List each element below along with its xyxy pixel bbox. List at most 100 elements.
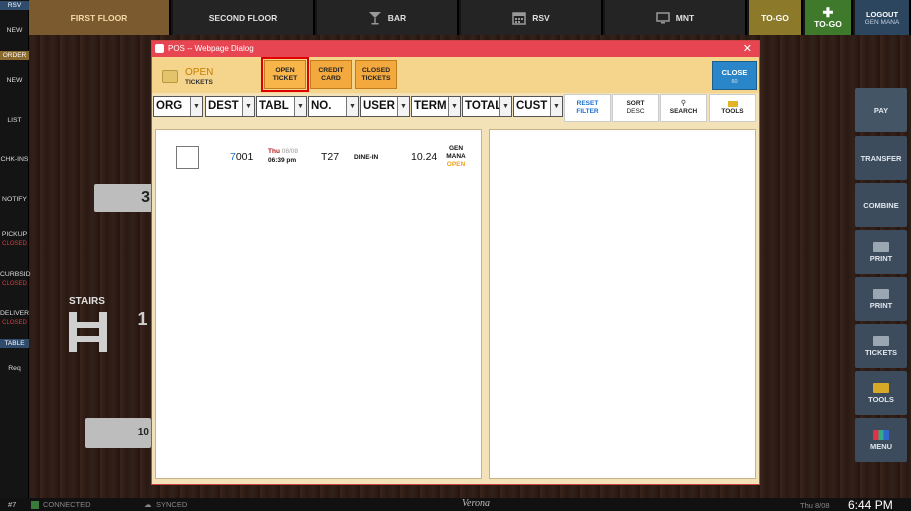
ticket-checkbox[interactable] [176, 146, 199, 169]
filter-label: NO. [311, 100, 332, 112]
user-name: GEN MANA [864, 18, 900, 26]
table-number: 3 [141, 189, 150, 206]
chevron-down-icon: ▼ [190, 97, 202, 116]
button-label: SORT [626, 100, 645, 107]
dialog-header [152, 57, 759, 93]
printer-icon [873, 288, 889, 299]
filter-dest[interactable]: DEST ▼ [205, 96, 255, 117]
button-label: COMBINE [863, 200, 899, 210]
ticket-detail-panel [489, 129, 756, 479]
ticket-row[interactable]: 7001 Thu 08/08 06:39 pm T27 DINE-IN 10.2… [160, 140, 478, 180]
filter-table[interactable]: TABL ▼ [256, 96, 307, 117]
pay-button[interactable]: PAY [855, 88, 907, 132]
ticket-time: 06:39 pm [268, 157, 297, 164]
button-label: SEARCH [669, 108, 698, 115]
print-button[interactable]: PRINT [855, 230, 907, 274]
delivery-button[interactable]: DELIVER CLOSED [0, 309, 29, 328]
tab-first-floor[interactable]: FIRST FLOOR [29, 0, 171, 35]
ticket-number: 7001 [230, 151, 253, 163]
togo-button[interactable]: TO-GO [749, 0, 803, 35]
toolbox-icon [727, 100, 738, 107]
table-tile[interactable]: 10 [85, 418, 151, 448]
filter-label: CUST [516, 100, 548, 112]
tickets-button[interactable]: TICKETS [855, 324, 907, 368]
sort-desc-button[interactable]: SORT DESC [612, 94, 659, 122]
tab-label: FIRST FLOOR [70, 12, 128, 23]
table-number: 1 [137, 309, 148, 329]
logout-button[interactable]: LOGOUT GEN MANA [855, 0, 911, 35]
filter-label: TERM [414, 100, 447, 112]
dialog-title: POS -- Webpage Dialog [168, 44, 254, 53]
open-ticket-button[interactable]: OPEN TICKET [261, 57, 309, 92]
filter-number[interactable]: NO. ▼ [308, 96, 359, 117]
tab-mnt[interactable]: MNT [605, 0, 747, 35]
order-tag: ORDER [0, 51, 29, 60]
notify-button[interactable]: NOTIFY [0, 195, 29, 204]
filter-label: TABL [259, 100, 289, 112]
status-bar: #7 CONNECTED ☁ SYNCED Verona Thu 8/08 6:… [0, 498, 911, 511]
button-label: MENU [869, 441, 893, 451]
search-button[interactable]: ⚲ SEARCH [660, 94, 707, 122]
add-togo-button[interactable]: ✚ TO-GO [805, 0, 853, 35]
ticket-date-value: 08/08 [281, 148, 299, 155]
ticket-date: Thu 08/08 [268, 148, 298, 155]
table-tile[interactable]: 3 [94, 184, 154, 212]
button-label: TRANSFER [860, 153, 902, 163]
plus-icon: ✚ [822, 4, 834, 20]
curbside-button[interactable]: CURBSID CLOSED [0, 270, 31, 289]
button-label: PRINT [869, 300, 893, 310]
search-icon: ⚲ [680, 100, 687, 107]
terminal-number: #7 [8, 500, 17, 509]
delivery-status: CLOSED [2, 320, 27, 326]
list-button[interactable]: LIST [0, 116, 29, 125]
chevron-down-icon: ▼ [550, 97, 562, 116]
tab-bar[interactable]: BAR [317, 0, 459, 35]
table-tile[interactable]: 1 [134, 306, 151, 332]
pickup-button[interactable]: PICKUP CLOSED [0, 230, 29, 249]
close-button[interactable]: CLOSE 60 [712, 61, 757, 90]
monitor-icon [656, 11, 670, 23]
new-order-button[interactable]: NEW [0, 76, 29, 85]
table-number: 10 [137, 427, 149, 438]
tab-label: SECOND FLOOR [208, 12, 278, 23]
filter-user[interactable]: USER ▼ [360, 96, 410, 117]
button-label: FILTER [576, 108, 599, 115]
filter-org[interactable]: ORG ▼ [153, 96, 203, 117]
close-icon[interactable]: ✕ [743, 41, 752, 57]
chevron-down-icon: ▼ [448, 97, 460, 116]
button-label: LOGOUT [865, 9, 899, 19]
transfer-button[interactable]: TRANSFER [855, 136, 907, 180]
chevron-down-icon: ▼ [397, 97, 409, 116]
req-button[interactable]: Req [0, 364, 29, 373]
reset-filter-button[interactable]: RESET FILTER [564, 94, 611, 122]
clock: 6:44 PM [848, 498, 893, 511]
delivery-label: DELIVER [0, 310, 30, 317]
menu-button[interactable]: MENU [855, 418, 907, 462]
top-bar: FIRST FLOOR SECOND FLOOR BAR RSV MNT TO-… [0, 0, 911, 35]
filter-total[interactable]: TOTAL ▼ [462, 96, 512, 117]
tab-rsv[interactable]: RSV [461, 0, 603, 35]
location-name: Verona [462, 498, 490, 509]
connection-status: CONNECTED [43, 500, 91, 509]
combine-button[interactable]: COMBINE [855, 183, 907, 227]
credit-card-button[interactable]: CREDIT CARD [310, 60, 352, 89]
filter-cust[interactable]: CUST ▼ [513, 96, 563, 117]
curbside-status: CLOSED [2, 281, 27, 287]
new-reservation-button[interactable]: NEW [0, 26, 29, 35]
filter-label: TOTAL [465, 100, 503, 112]
chevron-down-icon: ▼ [294, 97, 306, 116]
tools-button[interactable]: TOOLS [709, 94, 756, 122]
closed-tickets-button[interactable]: CLOSED TICKETS [355, 60, 397, 89]
tools-button[interactable]: TOOLS [855, 371, 907, 415]
filter-label: USER [363, 100, 395, 112]
connected-icon [31, 501, 39, 509]
print-kitchen-button[interactable]: PRINT [855, 277, 907, 321]
ticket-user-name: GEN MANA [446, 145, 466, 160]
tab-second-floor[interactable]: SECOND FLOOR [173, 0, 315, 35]
button-label: TICKETS [361, 74, 391, 82]
filter-term[interactable]: TERM ▼ [411, 96, 461, 117]
table-tag: TABLE [0, 339, 29, 348]
filter-label: DEST [208, 100, 239, 112]
button-label: CLOSE [721, 68, 748, 77]
chk-ins-button[interactable]: CHK-INS [0, 155, 29, 164]
